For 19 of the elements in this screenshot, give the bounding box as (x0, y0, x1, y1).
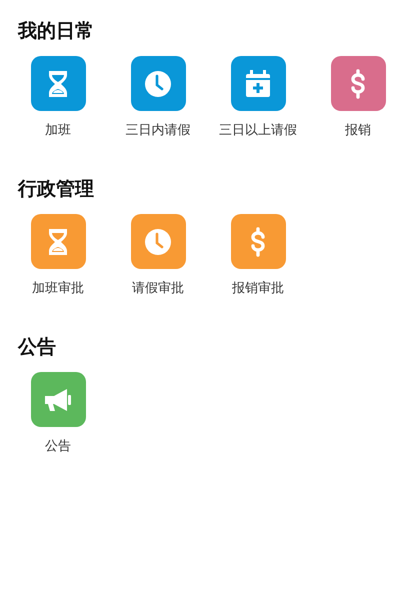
app-tile[interactable] (30, 214, 86, 269)
tile-label: 公告 (45, 438, 71, 456)
tile-label: 报销 (345, 122, 371, 140)
app-tile[interactable] (230, 56, 286, 111)
section-title: 我的日常 (18, 19, 94, 44)
section-title: 公告 (18, 335, 56, 360)
app-tile[interactable] (130, 214, 186, 269)
app-tile[interactable] (130, 56, 186, 111)
app-tile[interactable] (330, 56, 386, 111)
tile-label: 加班 (45, 122, 71, 140)
app-tile[interactable] (230, 214, 286, 269)
tile-label: 三日以上请假 (219, 122, 297, 140)
tile-label: 请假审批 (132, 280, 184, 298)
app-tile[interactable] (30, 56, 86, 111)
app-tile[interactable] (30, 372, 86, 427)
tile-label: 报销审批 (232, 280, 284, 298)
tile-label: 三日内请假 (126, 122, 190, 140)
section-title: 行政管理 (18, 177, 94, 202)
tile-label: 加班审批 (32, 280, 84, 298)
